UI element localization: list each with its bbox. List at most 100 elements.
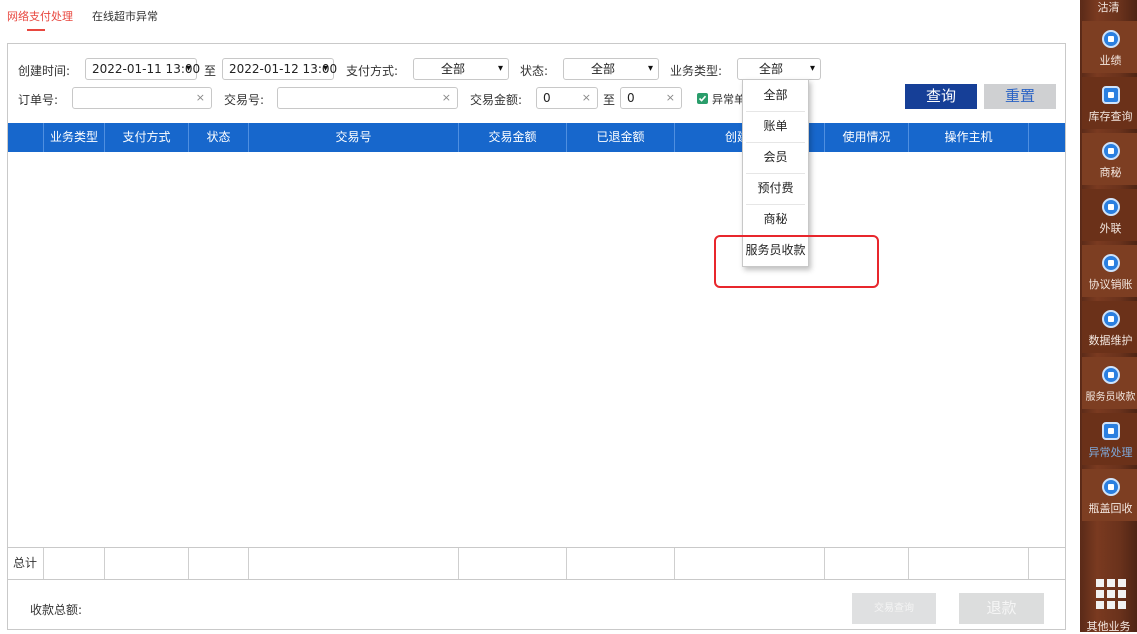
abnormal-checkbox[interactable] <box>697 93 708 104</box>
footer-cell <box>567 548 675 579</box>
clear-icon[interactable]: × <box>582 88 591 108</box>
biz-type-value: 全部 <box>758 62 783 76</box>
sidebar-item-label: 瓶盖回收 <box>1088 502 1133 515</box>
order-no-label: 订单号: <box>18 93 59 107</box>
column-header-usage[interactable]: 使用情况 <box>825 123 909 152</box>
sidebar-item-label: 外联 <box>1099 222 1122 235</box>
apps-grid-icon[interactable] <box>1096 579 1126 609</box>
tab-online-market-exception[interactable]: 在线超市异常 <box>92 8 158 24</box>
footer-cell <box>249 548 459 579</box>
pie-chart-icon <box>1102 30 1120 48</box>
sidebar-item-partial-label[interactable]: 沽清 <box>1080 0 1137 15</box>
dropdown-option-bill[interactable]: 账单 <box>743 111 808 142</box>
sidebar-item-waiter-collection[interactable]: 服务员收款 <box>1082 357 1137 409</box>
footer-cell <box>44 548 105 579</box>
trade-query-button[interactable]: 交易查询 <box>852 593 936 624</box>
amount-max-input[interactable]: 0 × <box>620 87 682 109</box>
highlight-annotation-box <box>714 235 879 288</box>
link-icon <box>1102 198 1120 216</box>
clear-icon[interactable]: × <box>442 88 451 108</box>
status-select[interactable]: 全部 ▾ <box>563 58 659 80</box>
sidebar-item-label: 商秘 <box>1099 166 1122 179</box>
sidebar-item-label: 协议销账 <box>1088 278 1133 291</box>
start-time-picker[interactable]: 2022-01-11 13:00 ▾ <box>85 58 201 80</box>
end-time-picker[interactable]: 2022-01-12 13:00 ▾ <box>222 58 338 80</box>
column-header-host[interactable]: 操作主机 <box>909 123 1029 152</box>
dropdown-option-prepaid[interactable]: 预付费 <box>743 173 808 204</box>
chevron-down-icon: ▾ <box>322 63 328 74</box>
table-footer: 总计 <box>8 547 1065 580</box>
biz-type-label: 业务类型: <box>670 64 723 78</box>
download-icon <box>1102 254 1120 272</box>
footer-cell <box>189 548 249 579</box>
status-label: 状态: <box>520 64 549 78</box>
pay-method-label: 支付方式: <box>346 64 399 78</box>
footer-cell <box>105 548 189 579</box>
grid-icon <box>1102 86 1120 104</box>
end-time-value: 2022-01-12 13:00 <box>229 62 338 76</box>
sidebar-item-label: 业绩 <box>1099 54 1122 67</box>
chevron-down-icon: ▾ <box>809 63 815 74</box>
right-sidebar: 沽清 业绩 库存查询 商秘 外联 协议销账 数据维护 服务员收款 异常处理 瓶盖… <box>1080 0 1137 633</box>
create-time-label: 创建时间: <box>18 64 71 78</box>
sidebar-item-label: 异常处理 <box>1088 446 1133 459</box>
tab-bar: 网络支付处理 在线超市异常 <box>0 0 1080 32</box>
trade-no-input[interactable]: × <box>277 87 458 109</box>
chevron-down-icon: ▾ <box>497 63 503 74</box>
start-time-value: 2022-01-11 13:00 <box>92 62 201 76</box>
footer-cell <box>459 548 567 579</box>
pay-method-value: 全部 <box>440 62 465 76</box>
pie-chart-icon <box>1102 310 1120 328</box>
sidebar-item-data-maintenance[interactable]: 数据维护 <box>1082 301 1137 353</box>
footer-cell <box>675 548 825 579</box>
sidebar-item-agreement[interactable]: 协议销账 <box>1082 245 1137 297</box>
pay-method-select[interactable]: 全部 ▾ <box>413 58 509 80</box>
column-header-trade-amount[interactable]: 交易金额 <box>459 123 567 152</box>
dropdown-option-shangmi[interactable]: 商秘 <box>743 204 808 235</box>
sidebar-item-cap-recycle[interactable]: 瓶盖回收 <box>1082 469 1137 521</box>
amount-min-value: 0 <box>543 91 551 105</box>
amount-min-input[interactable]: 0 × <box>536 87 598 109</box>
tab-network-payment[interactable]: 网络支付处理 <box>7 8 73 24</box>
trade-amount-label: 交易金额: <box>470 93 523 107</box>
amount-max-value: 0 <box>627 91 635 105</box>
sidebar-item-shangmi[interactable]: 商秘 <box>1082 133 1137 185</box>
table-header: 业务类型 支付方式 状态 交易号 交易金额 已退金额 创建 使用情况 操作主机 <box>8 123 1065 152</box>
amount-to-label: 至 <box>603 93 616 107</box>
table-icon <box>1102 422 1120 440</box>
check-icon <box>698 95 707 102</box>
dropdown-option-member[interactable]: 会员 <box>743 142 808 173</box>
reset-button[interactable]: 重置 <box>984 84 1056 109</box>
status-value: 全部 <box>590 62 615 76</box>
refund-button[interactable]: 退款 <box>959 593 1044 624</box>
sidebar-item-label: 服务员收款 <box>1085 392 1136 403</box>
column-header-biz-type[interactable]: 业务类型 <box>44 123 105 152</box>
query-button[interactable]: 查询 <box>905 84 977 109</box>
order-no-input[interactable]: × <box>72 87 212 109</box>
table-body <box>8 152 1065 547</box>
total-received-label: 收款总额: <box>30 603 83 617</box>
trade-no-label: 交易号: <box>224 93 265 107</box>
sidebar-item-exception[interactable]: 异常处理 <box>1082 413 1137 465</box>
download-icon <box>1102 142 1120 160</box>
sidebar-item-label: 库存查询 <box>1088 110 1133 123</box>
sidebar-item-label: 数据维护 <box>1088 334 1133 347</box>
dropdown-option-all[interactable]: 全部 <box>743 80 808 111</box>
sidebar-item-performance[interactable]: 业绩 <box>1082 21 1137 73</box>
biz-type-select[interactable]: 全部 ▾ <box>737 58 821 80</box>
payment-panel: 创建时间: 2022-01-11 13:00 ▾ 至 2022-01-12 13… <box>7 43 1066 630</box>
active-tab-indicator <box>27 29 45 31</box>
time-to-label: 至 <box>204 64 217 78</box>
column-header-blank <box>8 123 44 152</box>
footer-cell <box>825 548 909 579</box>
sidebar-item-external[interactable]: 外联 <box>1082 189 1137 241</box>
user-icon <box>1102 366 1120 384</box>
clear-icon[interactable]: × <box>666 88 675 108</box>
sidebar-item-inventory[interactable]: 库存查询 <box>1082 77 1137 129</box>
column-header-pay-method[interactable]: 支付方式 <box>105 123 189 152</box>
column-header-status[interactable]: 状态 <box>189 123 249 152</box>
column-header-trade-no[interactable]: 交易号 <box>249 123 459 152</box>
clear-icon[interactable]: × <box>196 88 205 108</box>
chevron-down-icon: ▾ <box>647 63 653 74</box>
column-header-refunded-amount[interactable]: 已退金额 <box>567 123 675 152</box>
